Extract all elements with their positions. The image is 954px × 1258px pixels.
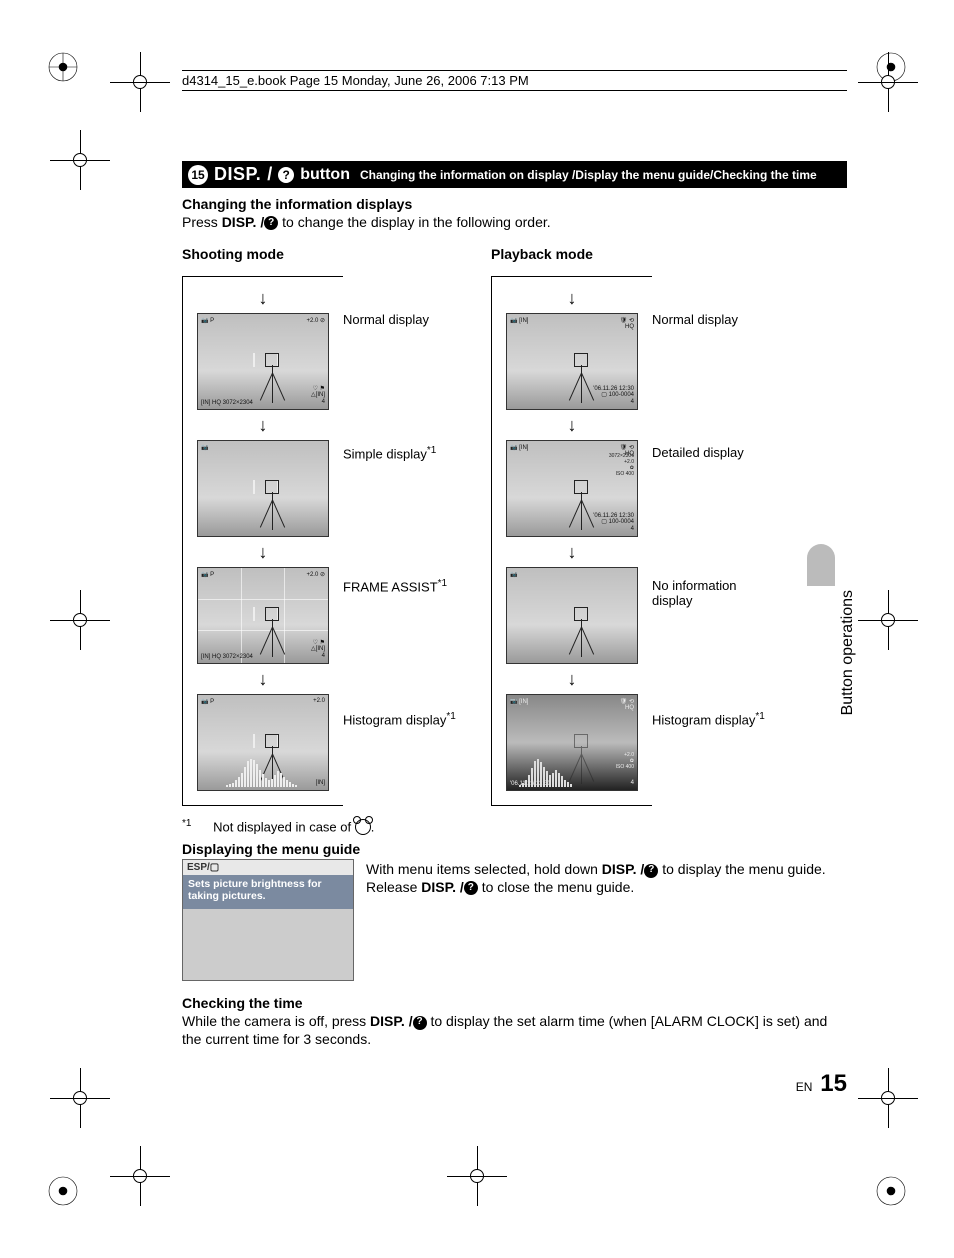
arrow-down-icon: ↓ [259, 543, 268, 561]
crosshair-icon [858, 590, 918, 650]
checking-time-paragraph: While the camera is off, press DISP. /? … [182, 1013, 847, 1048]
arrow-down-icon: ↓ [259, 416, 268, 434]
movie-mode-icon [355, 819, 371, 835]
screen-shoot-histogram: 📷 P +2.0 [IN] [197, 694, 329, 791]
crosshair-icon [110, 1146, 170, 1206]
disp-label: DISP. [214, 164, 261, 185]
arrow-down-icon: ↓ [259, 670, 268, 688]
disp-inline: DISP. [222, 214, 257, 230]
playback-mode-title: Playback mode [491, 246, 770, 262]
arrow-down-icon: ↓ [259, 289, 268, 307]
screen-play-histogram: 📷 [IN] 🛡 ⟲ HQ +2.0 ✿ ISO 400 '06.11.26 1… [506, 694, 638, 791]
crosshair-icon [50, 130, 110, 190]
header-line: d4314_15_e.book Page 15 Monday, June 26,… [182, 70, 847, 91]
slash: / [267, 164, 272, 185]
section-number-badge: 15 [188, 165, 208, 185]
crosshair-icon [858, 1068, 918, 1128]
reg-mark-icon [46, 1174, 80, 1208]
help-icon: ? [278, 167, 294, 183]
menu-guide-heading: Displaying the menu guide [182, 841, 847, 857]
arrow-down-icon: ↓ [568, 416, 577, 434]
reg-mark-icon [874, 1174, 908, 1208]
menu-guide-top: ESP/▢ [183, 860, 353, 875]
screen-play-normal: 📷 [IN] 🛡 ⟲ HQ '06.11.26 12:30 ▢ 100-0004… [506, 313, 638, 410]
menu-guide-body: Sets picture brightness for taking pictu… [183, 875, 353, 909]
help-icon: ? [264, 216, 278, 230]
crosshair-icon [447, 1146, 507, 1206]
arrow-down-icon: ↓ [568, 289, 577, 307]
changing-paragraph: Press DISP. /? to change the display in … [182, 214, 847, 232]
shooting-mode-title: Shooting mode [182, 246, 461, 262]
side-tab-cap [807, 544, 835, 586]
crosshair-icon [50, 1068, 110, 1128]
help-icon: ? [644, 864, 658, 878]
arrow-down-icon: ↓ [568, 670, 577, 688]
shooting-flow: ↓ 📷 P +2.0 ⊘ [IN] HQ 3072×2304 ♡ ⚑ △[IN]… [182, 276, 343, 806]
arrow-down-icon: ↓ [568, 543, 577, 561]
help-icon: ? [464, 881, 478, 895]
screen-play-noinfo: 📷 [506, 567, 638, 664]
footnote: *1 Not displayed in case of . [182, 818, 847, 836]
checking-time-heading: Checking the time [182, 995, 847, 1011]
playback-labels: Normal display Detailed display No infor… [652, 310, 770, 806]
crosshair-icon [110, 52, 170, 112]
header-text: d4314_15_e.book Page 15 Monday, June 26,… [182, 73, 529, 88]
section-heading-bar: 15 DISP. / ? button Changing the informa… [182, 161, 847, 188]
crosshair-icon [858, 52, 918, 112]
screen-shoot-simple: 📷 [197, 440, 329, 537]
playback-flow: ↓ 📷 [IN] 🛡 ⟲ HQ '06.11.26 12:30 ▢ 100-00… [491, 276, 652, 806]
screen-play-detailed: 📷 [IN] 🛡 ⟲ HQ 3072×2304 +2.0 ✿ ISO 400 '… [506, 440, 638, 537]
button-word: button [300, 166, 350, 184]
changing-heading: Changing the information displays [182, 196, 847, 212]
menu-guide-screen: ESP/▢ Sets picture brightness for taking… [182, 859, 354, 981]
side-tab-label: Button operations [839, 590, 857, 715]
page-number: EN 15 [182, 1070, 847, 1098]
reg-mark-icon [46, 50, 80, 84]
menu-guide-paragraph: With menu items selected, hold down DISP… [366, 861, 847, 896]
screen-shoot-frame: 📷 P +2.0 ⊘ [IN] HQ 3072×2304 ♡ ⚑ △[IN] 4 [197, 567, 329, 664]
help-icon: ? [413, 1016, 427, 1030]
section-description: Changing the information on display /Dis… [360, 168, 817, 182]
screen-shoot-normal: 📷 P +2.0 ⊘ [IN] HQ 3072×2304 ♡ ⚑ △[IN] 4 [197, 313, 329, 410]
shooting-labels: Normal display Simple display*1 FRAME AS… [343, 310, 461, 806]
crosshair-icon [50, 590, 110, 650]
